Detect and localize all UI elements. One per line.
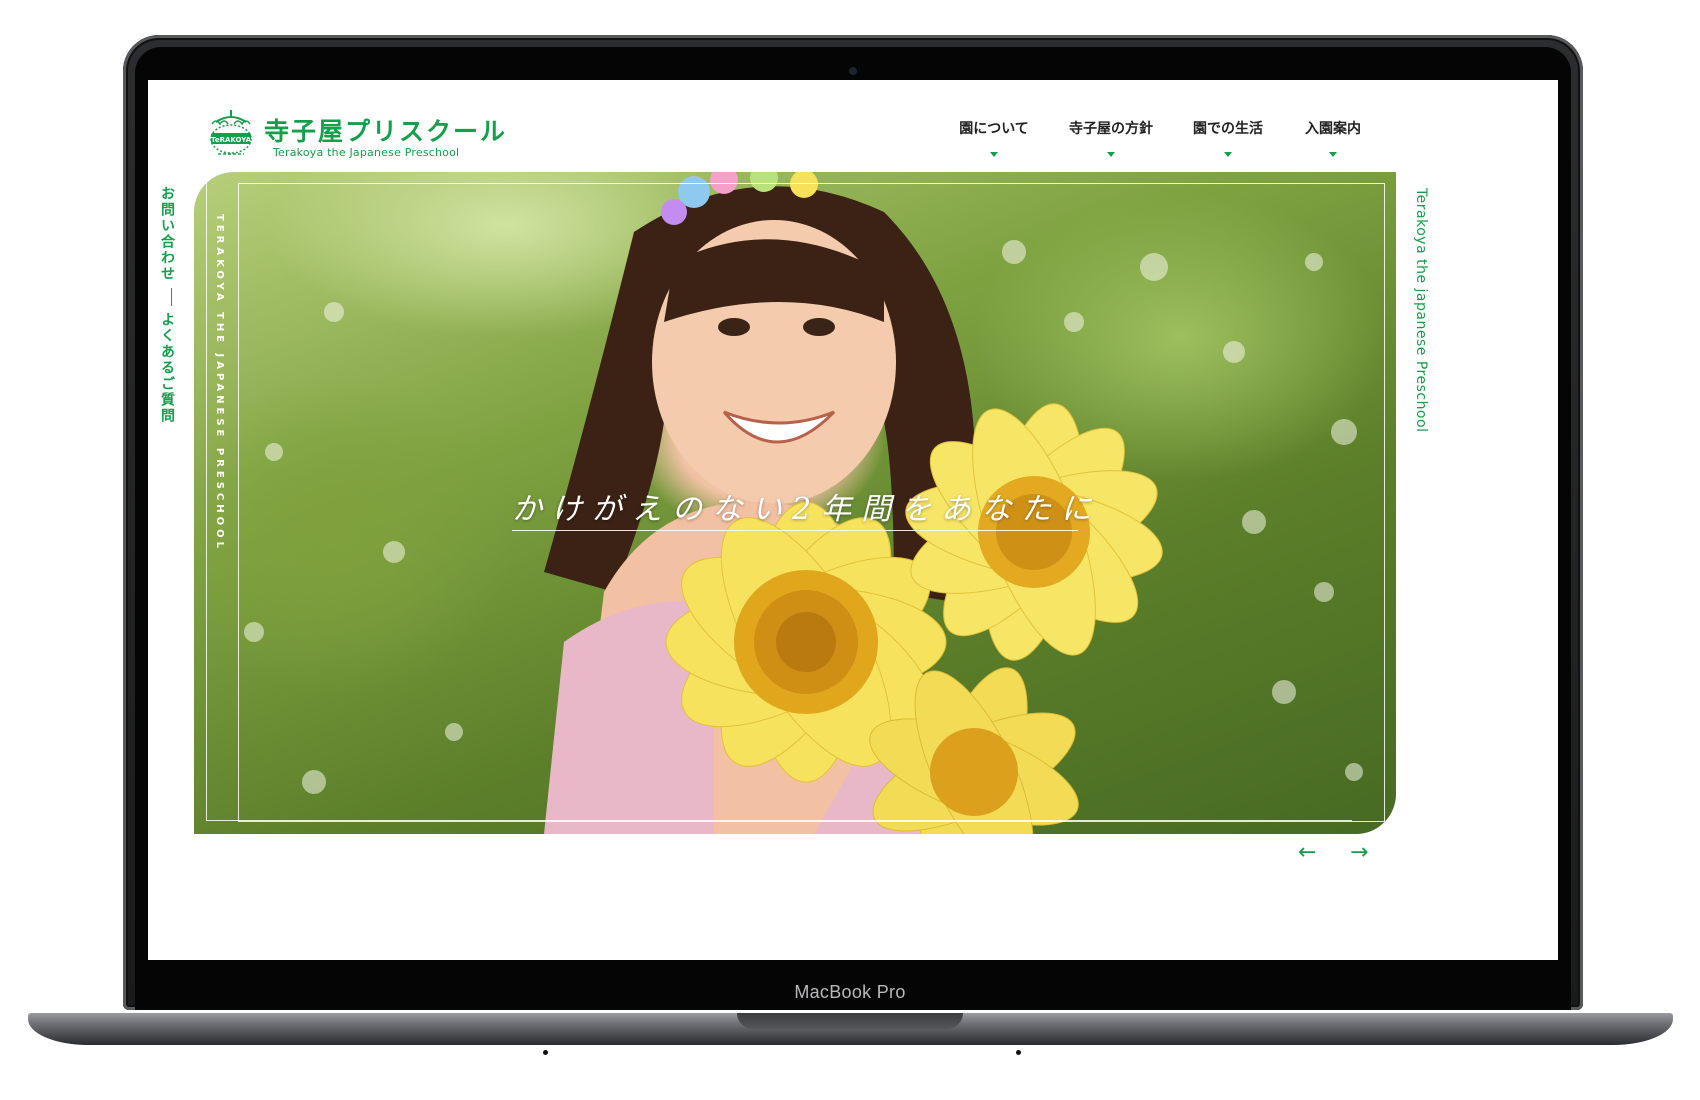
site-title: 寺子屋プリスクール — [264, 117, 508, 146]
nav-item-admission[interactable]: 入園案内 — [1273, 118, 1393, 157]
side-tagline: Terakoya the japanese Preschool — [1413, 188, 1429, 433]
hero-caption: かけがえのない2年間をあなたに — [512, 484, 1091, 531]
nav-item-about[interactable]: 園について — [934, 118, 1054, 157]
faq-link[interactable]: よくあるご質問 — [159, 312, 175, 424]
main-nav: 園について 寺子屋の方針 園での生活 入園案内 — [959, 118, 1494, 158]
laptop-foot — [1016, 1050, 1021, 1055]
caret-down-icon — [1329, 152, 1337, 157]
site-subtitle: Terakoya the Japanese Preschool — [273, 146, 460, 159]
caret-down-icon — [990, 152, 998, 157]
divider — [170, 288, 172, 306]
laptop-foot — [543, 1050, 548, 1055]
nav-label: 園について — [959, 121, 1029, 137]
site-logo[interactable]: TeRAKOYA 寺子屋プリスクール Terakoya the Japanese… — [206, 106, 505, 164]
device-label: MacBook Pro — [794, 982, 906, 1002]
side-links: お問い合わせよくあるご質問 — [157, 186, 177, 486]
hero-slide: TERAKOYA THE JAPANESE PRESCHOOL かけがえのない2… — [194, 172, 1396, 834]
svg-text:TeRAKOYA: TeRAKOYA — [211, 136, 252, 144]
caret-down-icon — [1224, 152, 1232, 157]
nav-item-daily-life[interactable]: 園での生活 — [1168, 118, 1288, 157]
nav-label: 入園案内 — [1305, 121, 1361, 137]
terakoya-emblem-icon: TeRAKOYA — [210, 110, 252, 155]
hero-vertical-text: TERAKOYA THE JAPANESE PRESCHOOL — [214, 214, 225, 553]
slider-controls: ← → — [1298, 842, 1378, 866]
camera-icon — [849, 67, 857, 75]
nav-label: 園での生活 — [1193, 121, 1263, 137]
laptop-notch — [737, 1013, 963, 1029]
arrow-left-icon[interactable]: ← — [1298, 842, 1316, 864]
arrow-right-icon[interactable]: → — [1350, 842, 1368, 864]
website-screen: TeRAKOYA 寺子屋プリスクール Terakoya the Japanese… — [148, 80, 1558, 960]
contact-link[interactable]: お問い合わせ — [159, 186, 175, 282]
caret-down-icon — [1107, 152, 1115, 157]
nav-label: 寺子屋の方針 — [1069, 121, 1153, 137]
nav-item-policy[interactable]: 寺子屋の方針 — [1051, 118, 1171, 157]
